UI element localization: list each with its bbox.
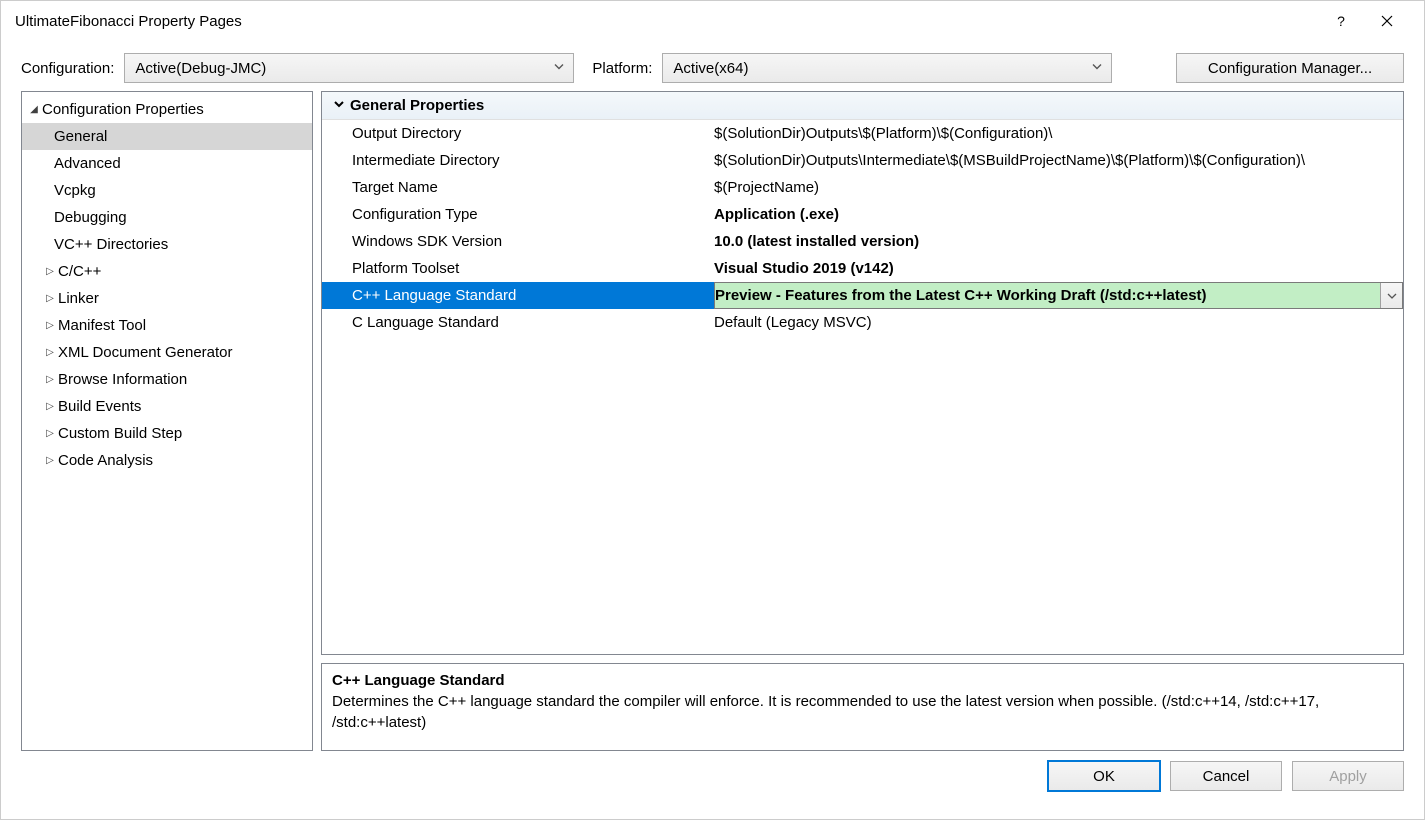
tree-item-label: Custom Build Step [58,425,182,442]
chevron-down-icon [1091,60,1103,77]
cancel-button[interactable]: Cancel [1170,761,1282,791]
property-label: Configuration Type [322,201,714,228]
configuration-combo[interactable]: Active(Debug-JMC) [124,53,574,83]
ok-button[interactable]: OK [1048,761,1160,791]
expand-icon[interactable]: ▷ [42,455,58,466]
collapse-icon[interactable] [328,97,350,115]
tree-root[interactable]: ◢ Configuration Properties [22,96,312,123]
property-row[interactable]: Intermediate Directory$(SolutionDir)Outp… [322,147,1403,174]
property-grid[interactable]: General Properties Output Directory$(Sol… [321,91,1404,655]
help-button[interactable]: ? [1318,1,1364,41]
description-text: Determines the C++ language standard the… [332,691,1393,733]
expand-icon[interactable]: ▷ [42,293,58,304]
close-button[interactable] [1364,1,1410,41]
tree-item-label: Code Analysis [58,452,153,469]
expand-icon[interactable]: ▷ [42,374,58,385]
property-value[interactable]: Visual Studio 2019 (v142) [714,255,1403,282]
expand-icon[interactable]: ▷ [42,347,58,358]
property-row[interactable]: C Language StandardDefault (Legacy MSVC) [322,309,1403,336]
tree-item[interactable]: ▷Custom Build Step [22,420,312,447]
property-row[interactable]: Windows SDK Version10.0 (latest installe… [322,228,1403,255]
tree-root-label: Configuration Properties [42,101,204,118]
tree-item-label: VC++ Directories [54,236,168,253]
titlebar: UltimateFibonacci Property Pages ? [1,1,1424,41]
property-label: Intermediate Directory [322,147,714,174]
nav-tree[interactable]: ◢ Configuration Properties General Advanc… [21,91,313,751]
property-row[interactable]: Target Name$(ProjectName) [322,174,1403,201]
tree-item[interactable]: ▷Code Analysis [22,447,312,474]
tree-item[interactable]: ▷Build Events [22,393,312,420]
dropdown-button[interactable] [1380,283,1402,308]
tree-item[interactable]: ▷Linker [22,285,312,312]
expand-icon[interactable]: ▷ [42,401,58,412]
tree-item-label: Build Events [58,398,141,415]
expand-icon[interactable]: ▷ [42,266,58,277]
property-label: C++ Language Standard [322,282,714,309]
property-label: Target Name [322,174,714,201]
property-label: C Language Standard [322,309,714,336]
configuration-value: Active(Debug-JMC) [135,60,266,77]
tree-item[interactable]: ▷C/C++ [22,258,312,285]
window-title: UltimateFibonacci Property Pages [15,13,1318,30]
property-value[interactable]: $(SolutionDir)Outputs\Intermediate\$(MSB… [714,147,1403,174]
tree-item[interactable]: Advanced [22,150,312,177]
property-value[interactable]: Application (.exe) [714,201,1403,228]
tree-item-label: Manifest Tool [58,317,146,334]
tree-item[interactable]: Vcpkg [22,177,312,204]
expand-icon[interactable]: ▷ [42,428,58,439]
tree-item[interactable]: ▷XML Document Generator [22,339,312,366]
tree-item[interactable]: General [22,123,312,150]
property-label: Output Directory [322,120,714,147]
property-label: Platform Toolset [322,255,714,282]
tree-item[interactable]: Debugging [22,204,312,231]
dialog-buttons: OK Cancel Apply [1,751,1424,791]
property-row[interactable]: Platform ToolsetVisual Studio 2019 (v142… [322,255,1403,282]
collapse-icon[interactable]: ◢ [26,104,42,115]
description-title: C++ Language Standard [332,672,1393,689]
property-row[interactable]: Output Directory$(SolutionDir)Outputs\$(… [322,120,1403,147]
grid-header-label: General Properties [350,97,484,114]
close-icon [1381,15,1393,27]
expand-icon[interactable]: ▷ [42,320,58,331]
configuration-label: Configuration: [21,60,114,77]
property-value[interactable]: $(SolutionDir)Outputs\$(Platform)\$(Conf… [714,120,1403,147]
tree-item[interactable]: VC++ Directories [22,231,312,258]
description-box: C++ Language Standard Determines the C++… [321,663,1404,751]
property-value[interactable]: Default (Legacy MSVC) [714,309,1403,336]
grid-header[interactable]: General Properties [322,92,1403,120]
property-label: Windows SDK Version [322,228,714,255]
chevron-down-icon [1387,291,1397,301]
configuration-manager-button[interactable]: Configuration Manager... [1176,53,1404,83]
property-value[interactable]: $(ProjectName) [714,174,1403,201]
tree-item-label: Browse Information [58,371,187,388]
chevron-down-icon [553,60,565,77]
config-row: Configuration: Active(Debug-JMC) Platfor… [1,41,1424,91]
tree-item-label: XML Document Generator [58,344,233,361]
platform-label: Platform: [592,60,652,77]
property-row[interactable]: Configuration TypeApplication (.exe) [322,201,1403,228]
tree-item-label: C/C++ [58,263,101,280]
tree-item-label: Vcpkg [54,182,96,199]
platform-combo[interactable]: Active(x64) [662,53,1112,83]
tree-item[interactable]: ▷Manifest Tool [22,312,312,339]
platform-value: Active(x64) [673,60,748,77]
tree-item-label: Debugging [54,209,127,226]
tree-item-label: Advanced [54,155,121,172]
property-value[interactable]: Preview - Features from the Latest C++ W… [714,282,1403,309]
apply-button[interactable]: Apply [1292,761,1404,791]
tree-item-label: Linker [58,290,99,307]
property-row[interactable]: C++ Language StandardPreview - Features … [322,282,1403,309]
property-value[interactable]: 10.0 (latest installed version) [714,228,1403,255]
tree-item-label: General [54,128,107,145]
tree-item[interactable]: ▷Browse Information [22,366,312,393]
